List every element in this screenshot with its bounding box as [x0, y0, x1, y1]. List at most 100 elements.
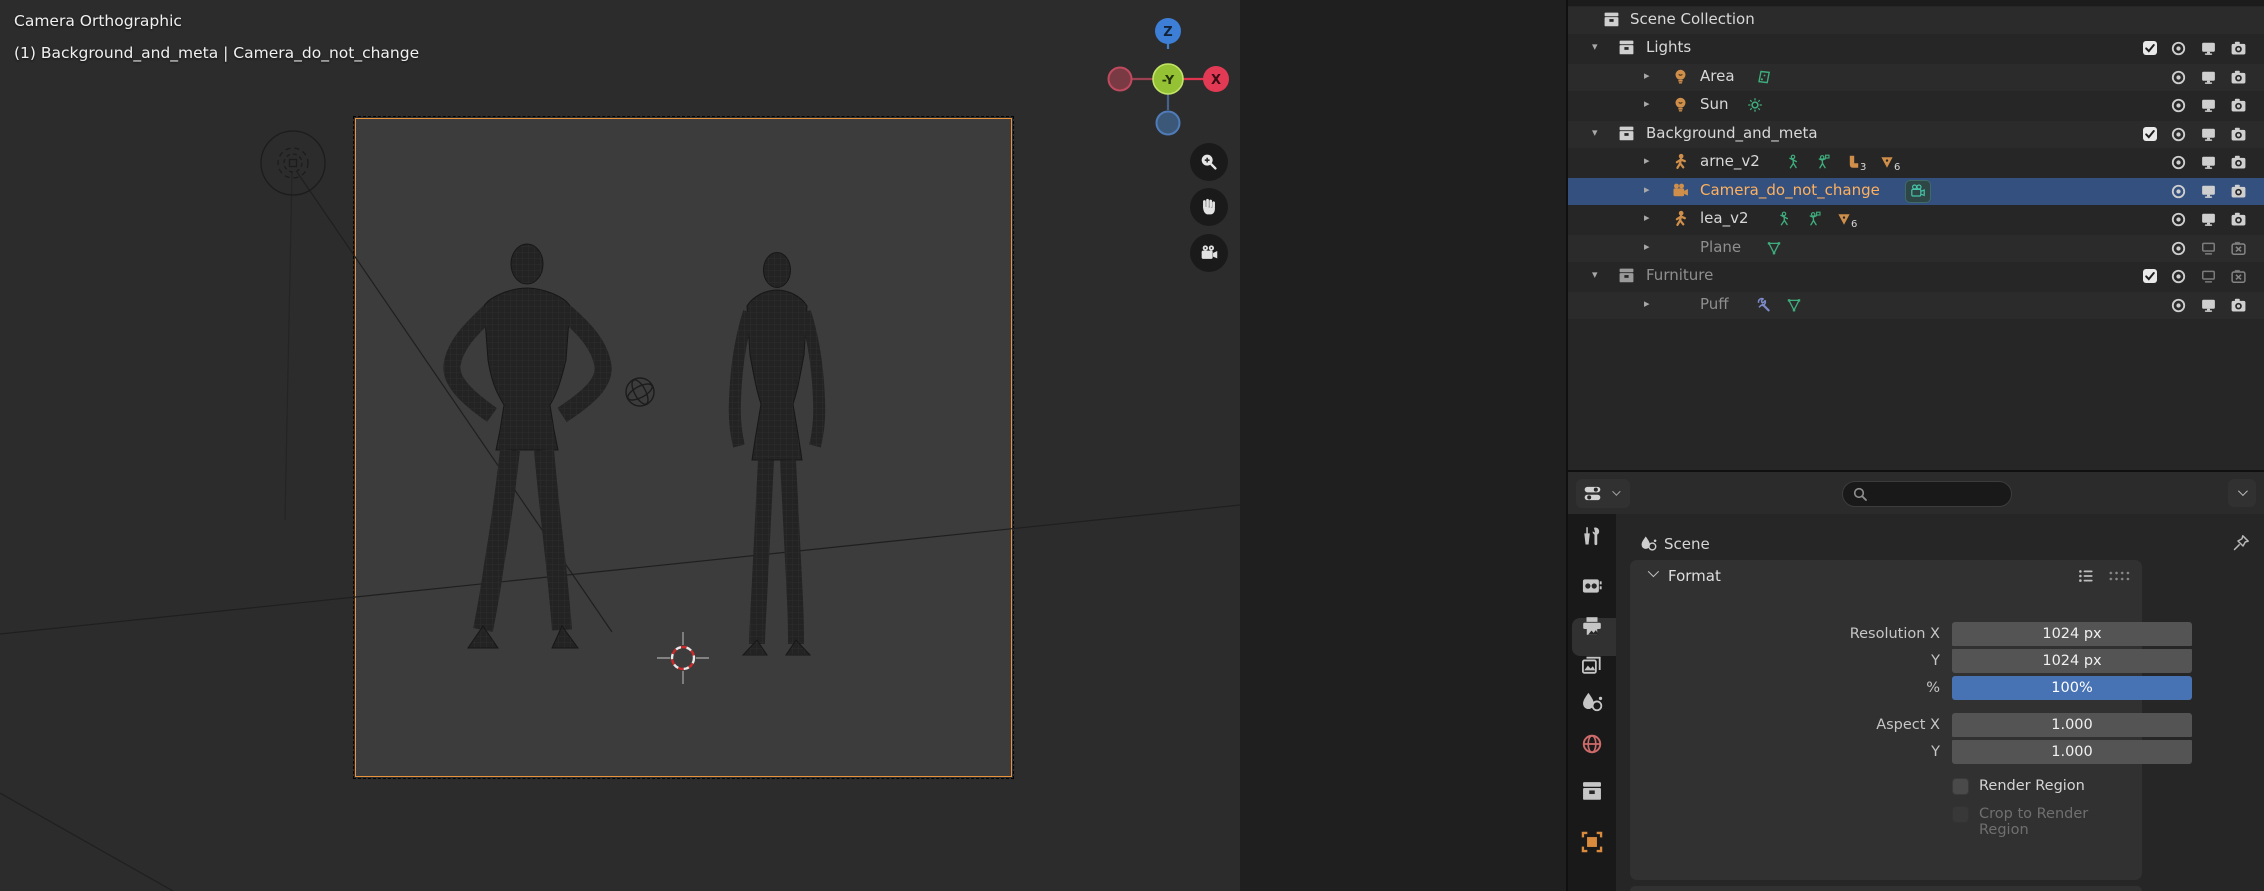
- outliner-item-name[interactable]: lea_v2: [1700, 209, 1749, 227]
- chevron-down-icon[interactable]: [1647, 565, 1660, 578]
- value-field[interactable]: 1024 px: [1952, 622, 2192, 646]
- eye-toggle-icon[interactable]: [2170, 297, 2187, 314]
- camera-x-toggle-icon[interactable]: [2230, 240, 2247, 257]
- value-field[interactable]: 1.000: [1952, 740, 2192, 764]
- eye-toggle-icon[interactable]: [2170, 240, 2187, 257]
- outliner-row-area[interactable]: ▸ Area: [1568, 64, 2264, 91]
- value-field[interactable]: 1024 px: [1952, 649, 2192, 673]
- properties-search-box[interactable]: [1842, 481, 2012, 507]
- disclosure-closed-icon[interactable]: ▸: [1644, 240, 1650, 253]
- disclosure-closed-icon[interactable]: ▸: [1644, 211, 1650, 224]
- screen-toggle-icon[interactable]: [2200, 154, 2217, 171]
- value-field[interactable]: 1.000: [1952, 713, 2192, 737]
- search-input[interactable]: [1873, 483, 2007, 507]
- properties-tab-view-layer[interactable]: [1581, 653, 1603, 675]
- properties-tab-object[interactable]: [1581, 831, 1603, 853]
- outliner-row-furniture[interactable]: ▾ Furniture: [1568, 263, 2264, 290]
- outliner-item-name[interactable]: Camera_do_not_change: [1700, 181, 1880, 199]
- screen-dim-toggle-icon[interactable]: [2200, 268, 2217, 285]
- eye-toggle-icon[interactable]: [2170, 183, 2187, 200]
- viewport-3d[interactable]: Z X -Y Camera Orthographic (1) Backgroun…: [0, 0, 1240, 891]
- screen-toggle-icon[interactable]: [2200, 211, 2217, 228]
- disclosure-closed-icon[interactable]: ▸: [1644, 297, 1650, 310]
- properties-tab-tool[interactable]: [1581, 525, 1603, 547]
- percentage-slider[interactable]: 100%: [1952, 676, 2192, 700]
- eye-toggle-icon[interactable]: [2170, 268, 2187, 285]
- camera-toggle-icon[interactable]: [2230, 183, 2247, 200]
- editor-type-button[interactable]: [1576, 479, 1630, 508]
- drag-grip-icon[interactable]: [2108, 570, 2131, 582]
- properties-tab-world[interactable]: [1581, 733, 1603, 755]
- camera-toggle-icon[interactable]: [2230, 211, 2247, 228]
- header-collapse-button[interactable]: [2228, 479, 2256, 507]
- eye-toggle-icon[interactable]: [2170, 154, 2187, 171]
- screen-toggle-icon[interactable]: [2200, 69, 2217, 86]
- blender-window: Z X -Y Camera Orthographic (1) Backgroun…: [0, 0, 2264, 891]
- camera-toggle-icon[interactable]: [2230, 40, 2247, 57]
- outliner-row-camera-do-not-change[interactable]: ▸ Camera_do_not_change: [1568, 178, 2264, 205]
- outliner-item-name[interactable]: Background_and_meta: [1646, 124, 1818, 142]
- screen-toggle-icon[interactable]: [2200, 40, 2217, 57]
- camera-x-toggle-icon[interactable]: [2230, 268, 2247, 285]
- list-options-icon[interactable]: [2078, 568, 2094, 584]
- pan-button[interactable]: [1190, 188, 1228, 226]
- outliner-row-puff[interactable]: ▸ Puff: [1568, 292, 2264, 319]
- screen-toggle-icon[interactable]: [2200, 297, 2217, 314]
- camera-toggle-icon[interactable]: [2230, 297, 2247, 314]
- disclosure-open-icon[interactable]: ▾: [1592, 40, 1598, 53]
- sun-data-icon: [1747, 97, 1763, 113]
- disclosure-open-icon[interactable]: ▾: [1592, 126, 1598, 139]
- screen-toggle-icon[interactable]: [2200, 126, 2217, 143]
- eye-toggle-icon[interactable]: [2170, 211, 2187, 228]
- outliner-row-lea-v2[interactable]: ▸ lea_v2 6: [1568, 206, 2264, 233]
- properties-tab-collection[interactable]: [1581, 780, 1603, 802]
- checkbox-crop-to-render-region[interactable]: [1952, 806, 1969, 823]
- outliner-item-name[interactable]: Lights: [1646, 38, 1691, 56]
- disclosure-closed-icon[interactable]: ▸: [1644, 183, 1650, 196]
- panel-title[interactable]: Format: [1668, 567, 1721, 585]
- collection-checkbox-checked[interactable]: [2142, 126, 2159, 143]
- outliner-item-name[interactable]: arne_v2: [1700, 152, 1760, 170]
- properties-tab-scene[interactable]: [1581, 691, 1603, 713]
- outliner-row-sun[interactable]: ▸ Sun: [1568, 92, 2264, 119]
- outliner-row-lights[interactable]: ▾ Lights: [1568, 35, 2264, 62]
- camera-view-button[interactable]: [1190, 234, 1228, 272]
- tool-icon: [1581, 525, 1603, 547]
- outliner-item-name[interactable]: Puff: [1700, 295, 1729, 313]
- zoom-button[interactable]: [1190, 143, 1228, 181]
- outliner-item-name[interactable]: Scene Collection: [1630, 10, 1755, 28]
- collection-checkbox-checked[interactable]: [2142, 268, 2159, 285]
- disclosure-closed-icon[interactable]: ▸: [1644, 69, 1650, 82]
- screen-dim-toggle-icon[interactable]: [2200, 240, 2217, 257]
- properties-tab-render[interactable]: [1581, 575, 1603, 597]
- screen-toggle-icon[interactable]: [2200, 97, 2217, 114]
- camera-toggle-icon[interactable]: [2230, 154, 2247, 171]
- chevron-down-icon: [1612, 487, 1621, 496]
- outliner-item-name[interactable]: Furniture: [1646, 266, 1713, 284]
- breadcrumb[interactable]: Scene: [1664, 535, 1710, 553]
- outliner-row-arne-v2[interactable]: ▸ arne_v2 3 6: [1568, 149, 2264, 176]
- eye-toggle-icon[interactable]: [2170, 97, 2187, 114]
- camera-toggle-icon[interactable]: [2230, 126, 2247, 143]
- collection-checkbox-checked[interactable]: [2142, 40, 2159, 57]
- pin-icon[interactable]: [2232, 534, 2250, 552]
- collection-icon: [1618, 125, 1635, 142]
- eye-toggle-icon[interactable]: [2170, 69, 2187, 86]
- outliner-item-name[interactable]: Area: [1700, 67, 1735, 85]
- outliner-item-name[interactable]: Sun: [1700, 95, 1729, 113]
- output-icon: [1581, 615, 1603, 637]
- outliner-item-name[interactable]: Plane: [1700, 238, 1741, 256]
- outliner-row-background-and-meta[interactable]: ▾ Background_and_meta: [1568, 121, 2264, 148]
- disclosure-closed-icon[interactable]: ▸: [1644, 97, 1650, 110]
- properties-tab-output[interactable]: [1581, 615, 1603, 637]
- disclosure-open-icon[interactable]: ▾: [1592, 268, 1598, 281]
- disclosure-closed-icon[interactable]: ▸: [1644, 154, 1650, 167]
- eye-toggle-icon[interactable]: [2170, 40, 2187, 57]
- camera-toggle-icon[interactable]: [2230, 69, 2247, 86]
- outliner-row-plane[interactable]: ▸ Plane: [1568, 235, 2264, 262]
- camera-toggle-icon[interactable]: [2230, 97, 2247, 114]
- eye-toggle-icon[interactable]: [2170, 126, 2187, 143]
- screen-toggle-icon[interactable]: [2200, 183, 2217, 200]
- outliner-row-scene-collection[interactable]: Scene Collection: [1568, 7, 2264, 34]
- checkbox-render-region[interactable]: [1952, 778, 1969, 795]
